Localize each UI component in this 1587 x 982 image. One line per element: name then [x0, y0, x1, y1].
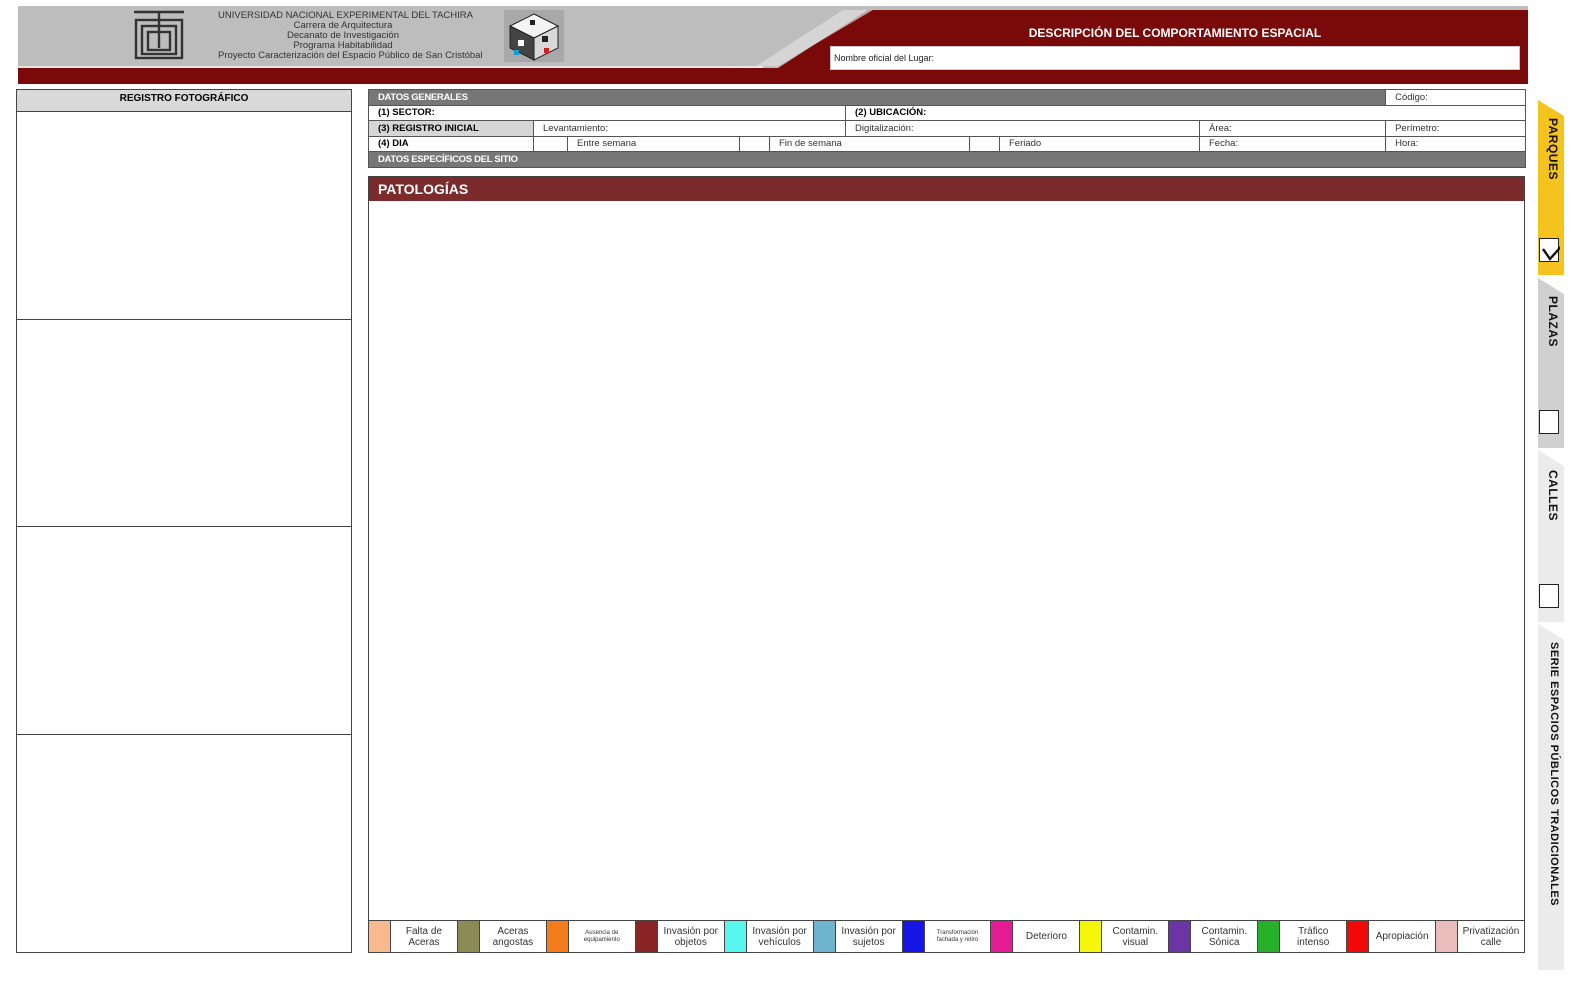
side-tabs: PARQUES PLAZAS CALLES SERIE ESPACIOS PÚB… — [1534, 100, 1567, 970]
legend-label: Invasión por objetos — [663, 925, 718, 948]
legend-item: Transformación fachada y retiro — [902, 921, 992, 952]
day-label: (4) DIA — [368, 135, 534, 152]
day-row: (4) DIA Entre semana Fin de semana Feria… — [368, 135, 1527, 152]
sector-field[interactable]: (1) SECTOR: — [368, 104, 846, 121]
legend-item: Privatización calle — [1436, 921, 1524, 952]
tab-calles-checkbox[interactable] — [1539, 584, 1559, 608]
legend-label: Deterioro — [1025, 931, 1067, 942]
legend-swatch — [991, 921, 1014, 952]
legend-label: Invasión por sujetos — [841, 925, 896, 948]
legend-item: Deterioro — [991, 921, 1081, 952]
legend-label: Tráfico intenso — [1297, 925, 1330, 948]
photo-slot[interactable] — [17, 527, 351, 735]
general-data-title: DATOS GENERALES — [367, 89, 1387, 106]
sector-row: (1) SECTOR: (2) UBICACIÓN: — [368, 104, 1527, 121]
weekend-checkbox[interactable] — [739, 135, 770, 152]
legend-swatch — [902, 921, 925, 952]
legend-item: Tráfico intenso — [1258, 921, 1348, 952]
legend-swatch — [1347, 921, 1370, 952]
legend-label: Ausencia de equipamiento — [583, 929, 620, 943]
legend-item: Invasión por vehículos — [724, 921, 814, 952]
legend-swatch — [457, 921, 480, 952]
site-data-title: DATOS ESPECÍFICOS DEL SITIO — [367, 151, 1527, 168]
initial-record-row: (3) REGISTRO INICIAL Levantamiento: Digi… — [368, 120, 1527, 137]
photo-register-title: REGISTRO FOTOGRÁFICO — [17, 90, 351, 112]
tab-plazas-label: PLAZAS — [1546, 296, 1560, 347]
legend-swatch — [635, 921, 658, 952]
legend-label: Apropiación — [1375, 931, 1429, 942]
holiday-checkbox[interactable] — [969, 135, 1000, 152]
tab-parques-label: PARQUES — [1546, 118, 1560, 180]
pathologies-drawing-area[interactable] — [369, 201, 1524, 920]
perimeter-field[interactable]: Perímetro: — [1385, 120, 1527, 137]
photo-register-panel: REGISTRO FOTOGRÁFICO — [16, 89, 352, 953]
legend-swatch — [1169, 921, 1192, 952]
digitization-field[interactable]: Digitalización: — [845, 120, 1200, 137]
weekend-label: Fin de semana — [769, 135, 970, 152]
photo-slot[interactable] — [17, 112, 351, 320]
site-data-header-row: DATOS ESPECÍFICOS DEL SITIO — [367, 151, 1527, 168]
legend-item: Invasión por objetos — [635, 921, 725, 952]
legend-swatch — [1080, 921, 1103, 952]
legend-item: Falta de Aceras — [369, 921, 458, 952]
tab-calles-label: CALLES — [1546, 470, 1560, 521]
legend-item: Contamin. visual — [1080, 921, 1170, 952]
pathologies-legend: Falta de Aceras Aceras angostas Ausencia d… — [369, 920, 1524, 952]
cube-logo-icon — [504, 10, 564, 62]
legend-label: Contamin. visual — [1112, 925, 1159, 948]
place-name-field[interactable]: Nombre oficial del Lugar: — [830, 46, 1520, 70]
tab-plazas-checkbox[interactable] — [1539, 410, 1559, 434]
holiday-label: Feriado — [999, 135, 1200, 152]
general-data-header-row: DATOS GENERALES Código: — [367, 89, 1527, 106]
weekday-label: Entre semana — [567, 135, 740, 152]
photo-slot[interactable] — [17, 735, 351, 943]
pathologies-title: PATOLOGÍAS — [369, 177, 1524, 201]
institution-project: Proyecto Caracterización del Espacio Púb… — [218, 50, 483, 61]
tab-parques-checkbox[interactable] — [1539, 238, 1567, 262]
pathologies-panel: PATOLOGÍAS Falta de Aceras Aceras angosta… — [368, 176, 1525, 953]
legend-swatch — [1258, 921, 1281, 952]
initial-record-label: (3) REGISTRO INICIAL — [368, 120, 534, 137]
place-name-label: Nombre oficial del Lugar: — [834, 53, 935, 63]
location-field[interactable]: (2) UBICACIÓN: — [844, 104, 1527, 121]
code-field[interactable]: Código: — [1385, 89, 1527, 106]
area-field[interactable]: Área: — [1198, 120, 1387, 137]
legend-item: Aceras angostas — [457, 921, 547, 952]
legend-item: Ausencia de equipamiento — [546, 921, 636, 952]
legend-swatch — [1436, 921, 1459, 952]
legend-label: Transformación fachada y retiro — [936, 929, 979, 943]
legend-swatch — [724, 921, 747, 952]
legend-swatch — [813, 921, 836, 952]
legend-item: Contamin. Sónica — [1169, 921, 1259, 952]
legend-label: Privatización calle — [1462, 925, 1520, 948]
form-header: UNIVERSIDAD NACIONAL EXPERIMENTAL DEL TA… — [18, 6, 1528, 84]
legend-swatch — [369, 921, 391, 952]
legend-item: Invasión por sujetos — [813, 921, 903, 952]
legend-label: Invasión por vehículos — [752, 925, 807, 948]
general-data-table: DATOS GENERALES Código: (1) SECTOR: (2) … — [367, 89, 1527, 168]
time-field[interactable]: Hora: — [1385, 135, 1527, 152]
tab-series-label: SERIE ESPACIOS PÚBLICOS TRADICIONALES — [1548, 642, 1560, 906]
weekday-checkbox[interactable] — [533, 135, 568, 152]
photo-slot[interactable] — [17, 320, 351, 527]
checkmark-icon — [1542, 240, 1567, 261]
legend-label: Falta de Aceras — [405, 925, 443, 948]
university-logo-icon — [134, 10, 184, 60]
legend-label: Aceras angostas — [492, 925, 534, 948]
legend-item: Apropiación — [1347, 921, 1437, 952]
survey-field[interactable]: Levantamiento: — [533, 120, 846, 137]
date-field[interactable]: Fecha: — [1198, 135, 1387, 152]
legend-label: Contamin. Sónica — [1201, 925, 1248, 948]
form-title: DESCRIPCIÓN DEL COMPORTAMIENTO ESPACIAL — [1028, 26, 1322, 40]
legend-swatch — [546, 921, 569, 952]
